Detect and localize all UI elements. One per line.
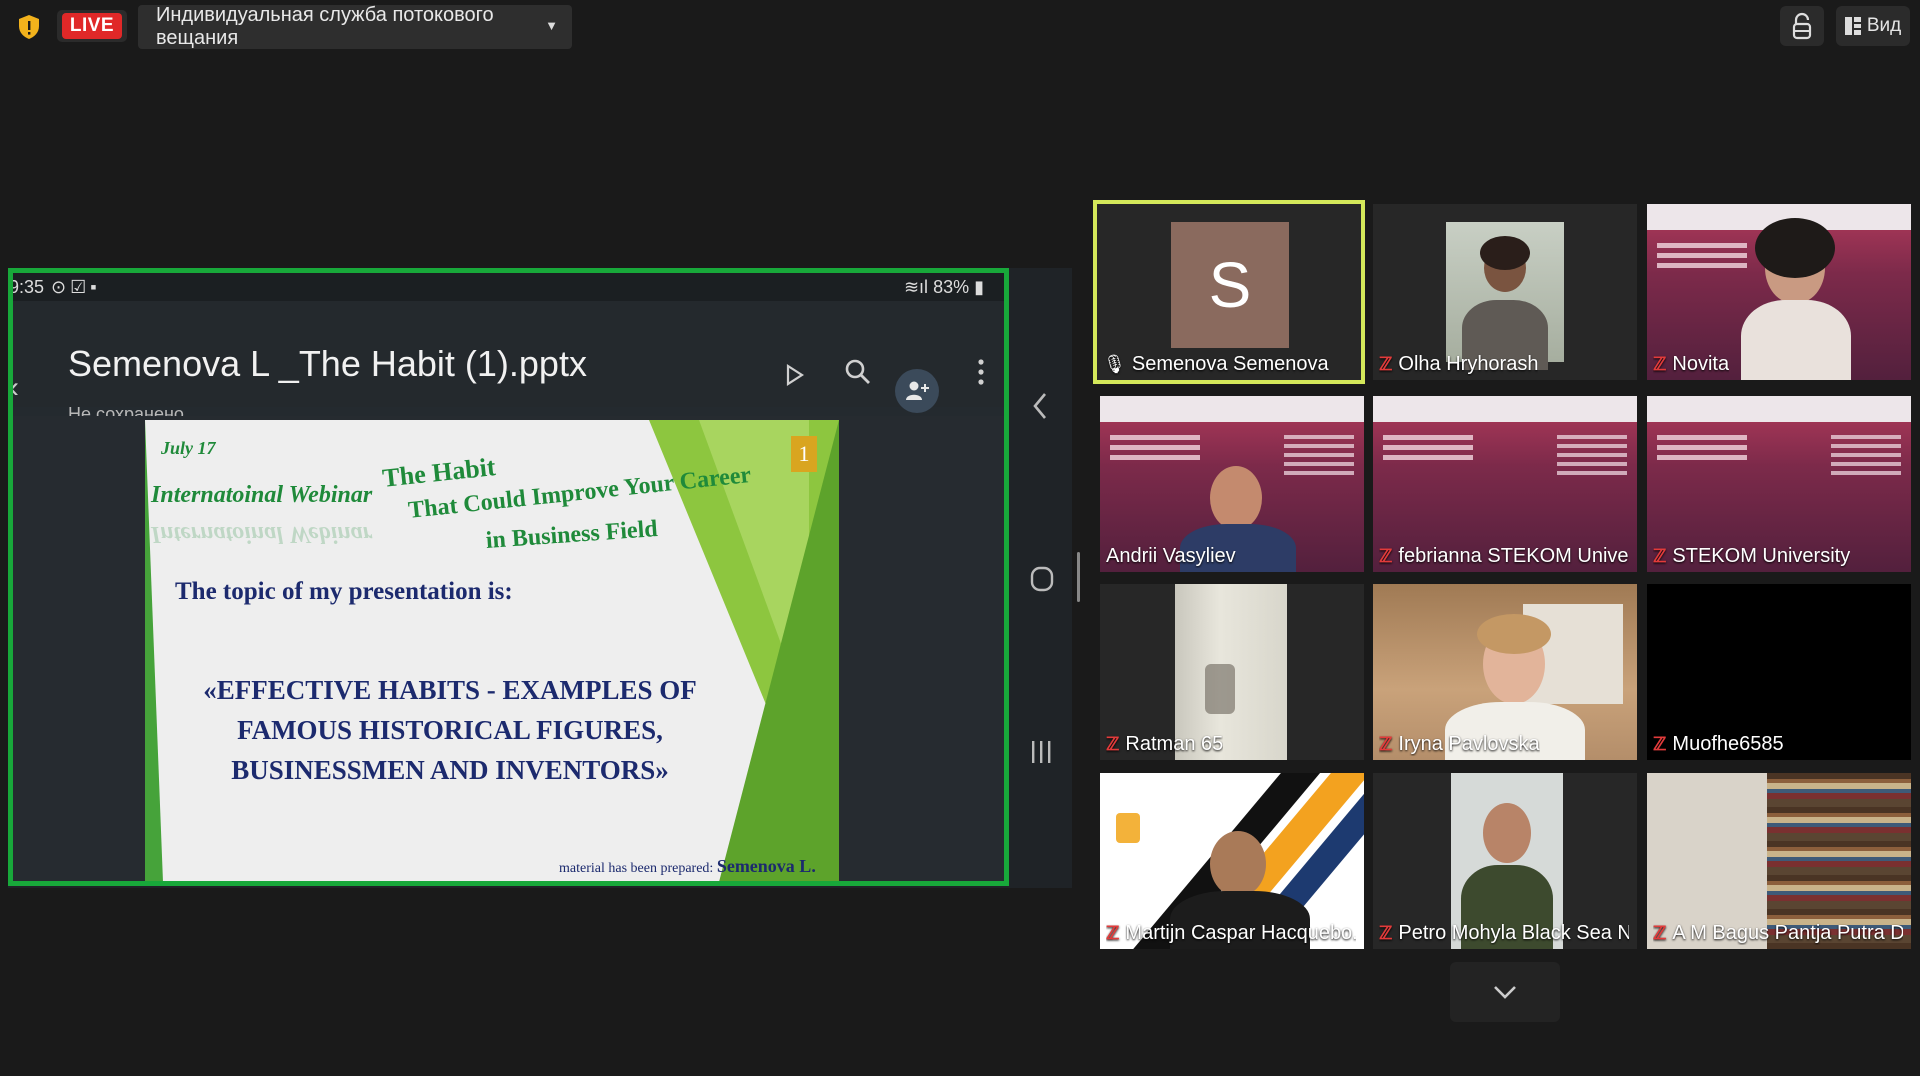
unlock-button[interactable] [1780, 6, 1824, 46]
mic-muted-icon: ℤ [1379, 923, 1393, 943]
status-time: 9:35 [9, 277, 45, 297]
participant-name: A M Bagus Pantja Putra D... [1672, 922, 1903, 944]
mic-muted-icon: ℤ [1106, 734, 1120, 754]
mic-muted-icon: ℤ [1106, 923, 1120, 943]
chevron-down-icon [1494, 986, 1516, 999]
mic-muted-icon: ℤ [1653, 546, 1667, 566]
slide-main-text: «EFFECTIVE HABITS - EXAMPLES OF FAMOUS H… [145, 670, 755, 790]
unlock-icon [1792, 12, 1812, 40]
participant-name: Petro Mohyla Black Sea N... [1398, 922, 1629, 944]
participant-name: Semenova Semenova [1131, 353, 1329, 375]
search-icon[interactable] [845, 359, 871, 392]
participant-tile[interactable]: ℤ Muofhe6585 [1647, 584, 1911, 760]
document-title: Semenova L _The Habit (1).pptx [68, 343, 587, 384]
participant-name: Martijn Caspar Hacquebo... [1125, 922, 1356, 944]
mic-muted-icon: ℤ [1379, 734, 1393, 754]
slide-habit-title: The Habit [381, 452, 497, 493]
status-battery: ≋ıl 83% ▮ [904, 277, 984, 298]
participant-tile[interactable]: ℤ Olha Hryhorash [1373, 204, 1637, 380]
slide-main-line: BUSINESSMEN AND INVENTORS» [231, 755, 669, 785]
mic-muted-icon: ℤ [1653, 734, 1667, 754]
phone-status-bar: 9:35 ⊙☑▪ ≋ıl 83% ▮ [13, 273, 1004, 301]
mic-on-icon: 🎙︎ [1103, 354, 1126, 374]
slide-credit-prefix: material has been prepared: [559, 861, 714, 876]
slide-main-line: FAMOUS HISTORICAL FIGURES, [237, 715, 663, 745]
participant-tile[interactable]: ℤA M Bagus Pantja Putra D... [1647, 773, 1911, 949]
view-button[interactable]: Вид [1836, 6, 1910, 46]
chevron-left-icon[interactable] [1032, 392, 1048, 425]
participant-name: Olha Hryhorash [1398, 353, 1539, 375]
participant-name: Muofhe6585 [1672, 733, 1784, 755]
more-vertical-icon[interactable] [978, 359, 984, 392]
slides-app-header: ‹ Semenova L _The Habit (1).pptx Не сохр… [13, 301, 1004, 424]
resize-handle[interactable] [1076, 552, 1082, 607]
slide[interactable]: July 17 1 Internatoinal Webinar Internat… [145, 420, 839, 881]
slide-credit: material has been prepared: Semenova L. [559, 856, 816, 877]
security-shield-icon[interactable] [14, 12, 44, 42]
participant-tile[interactable]: S 🎙︎ Semenova Semenova [1093, 200, 1365, 384]
add-person-icon[interactable] [895, 369, 939, 413]
slide-date: July 17 [161, 438, 216, 458]
caret-down-icon: ▼ [545, 18, 558, 33]
status-notification-icons: ⊙☑▪ [51, 277, 101, 297]
participant-name: Ratman 65 [1125, 733, 1224, 755]
shared-screen[interactable]: 9:35 ⊙☑▪ ≋ıl 83% ▮ ‹ Semenova L _The Hab… [8, 268, 1009, 886]
participant-tile[interactable]: ℤ Petro Mohyla Black Sea N... [1373, 773, 1637, 949]
avatar: S [1171, 222, 1289, 348]
wifi-signal-icon: ≋ıl [903, 277, 934, 297]
back-icon[interactable]: ‹ [13, 371, 19, 405]
slide-webinar-title: Internatoinal Webinar [151, 482, 373, 508]
mic-muted-icon: ℤ [1653, 354, 1667, 374]
participant-name: STEKOM University [1672, 545, 1851, 567]
mic-muted-icon: ℤ [1653, 923, 1667, 943]
home-icon[interactable] [1030, 566, 1054, 597]
participant-tile[interactable]: ℤ Martijn Caspar Hacquebo... [1100, 773, 1364, 949]
participant-name: Andrii Vasyliev [1106, 545, 1236, 567]
live-label: LIVE [61, 13, 123, 39]
participant-name: Iryna Pavlovska [1398, 733, 1540, 755]
mic-muted-icon: ℤ [1379, 354, 1393, 374]
stream-service-dropdown[interactable]: Индивидуальная служба потокового вещания… [138, 4, 572, 49]
slide-webinar-reflection: Internatoinal Webinar [151, 521, 373, 547]
slide-topic: The topic of my presentation is: [175, 578, 513, 605]
participant-tile[interactable]: ℤ Novita [1647, 204, 1911, 380]
participant-tile[interactable]: Andrii Vasyliev [1100, 396, 1364, 572]
participant-name: febrianna STEKOM Unive... [1398, 545, 1629, 567]
slide-field-title: in Business Field [485, 515, 659, 554]
view-layout-icon [1844, 17, 1861, 35]
view-label: Вид [1866, 15, 1902, 36]
live-badge[interactable]: LIVE [57, 10, 127, 42]
participant-name: Novita [1672, 353, 1730, 375]
participant-tile[interactable]: ℤfebrianna STEKOM Unive... [1373, 396, 1637, 572]
avatar-letter: S [1208, 249, 1252, 321]
slide-credit-name: Semenova L. [716, 856, 816, 876]
slide-main-line: «EFFECTIVE HABITS - EXAMPLES OF [203, 675, 697, 705]
mic-muted-icon: ℤ [1379, 546, 1393, 566]
stream-service-label: Индивидуальная служба потокового вещания [156, 4, 494, 49]
participant-tile[interactable]: ℤ Ratman 65 [1100, 584, 1364, 760]
recent-apps-icon[interactable] [1030, 740, 1052, 769]
battery-level: 83% [933, 277, 970, 297]
participant-tile[interactable]: ℤ STEKOM University [1647, 396, 1911, 572]
participant-tile[interactable]: ℤ Iryna Pavlovska [1373, 584, 1637, 760]
slide-number: 1 [791, 436, 817, 472]
battery-icon: ▮ [969, 277, 984, 297]
play-icon[interactable] [786, 361, 805, 393]
video-feed [1446, 222, 1564, 370]
more-participants-button[interactable] [1450, 962, 1560, 1022]
